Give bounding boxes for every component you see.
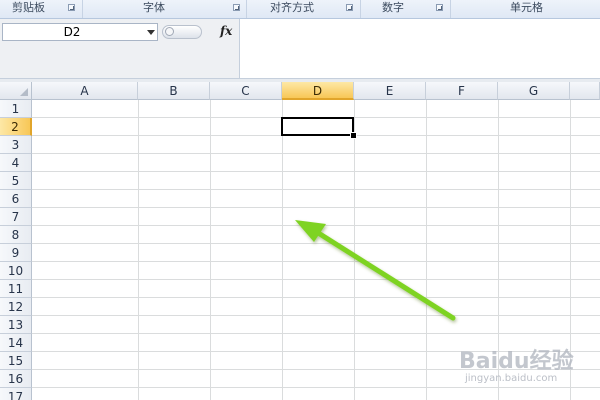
column-header-g[interactable]: G — [498, 82, 570, 100]
gridline-horizontal — [32, 207, 600, 208]
gridline-vertical — [138, 100, 139, 400]
resize-knob-icon — [165, 27, 174, 36]
watermark-logo-text: Baidu经验 — [459, 349, 574, 374]
baidu-watermark: Baidu经验 jingyan.baidu.com — [455, 343, 600, 400]
column-header-d[interactable]: D — [282, 82, 354, 100]
ribbon-group-label: 对齐方式 — [270, 1, 314, 14]
row-header-10[interactable]: 10 — [0, 262, 32, 280]
name-box[interactable]: D2 — [2, 23, 158, 41]
column-header-f[interactable]: F — [426, 82, 498, 100]
formula-bar: D2 fx — [0, 19, 600, 79]
row-header-5[interactable]: 5 — [0, 172, 32, 190]
row-header-1[interactable]: 1 — [0, 100, 32, 118]
watermark-url: jingyan.baidu.com — [465, 373, 558, 384]
gridline-horizontal — [32, 171, 600, 172]
column-header-b[interactable]: B — [138, 82, 210, 100]
gridline-horizontal — [32, 153, 600, 154]
chevron-down-icon[interactable] — [147, 30, 155, 35]
gridline-horizontal — [32, 279, 600, 280]
row-header-13[interactable]: 13 — [0, 316, 32, 334]
row-header-4[interactable]: 4 — [0, 154, 32, 172]
gridline-horizontal — [32, 333, 600, 334]
gridline-vertical — [426, 100, 427, 400]
gridline-horizontal — [32, 243, 600, 244]
dialog-launcher-icon[interactable] — [436, 4, 443, 11]
gridline-vertical — [354, 100, 355, 400]
row-header-9[interactable]: 9 — [0, 244, 32, 262]
row-header-17[interactable]: 17 — [0, 388, 32, 400]
ribbon-group-label: 字体 — [143, 1, 165, 14]
gridline-horizontal — [32, 189, 600, 190]
name-box-resize-handle[interactable] — [162, 23, 208, 41]
row-header-8[interactable]: 8 — [0, 226, 32, 244]
ribbon-group-label: 单元格 — [510, 1, 543, 14]
gridline-vertical — [210, 100, 211, 400]
ribbon-group-alignment: 对齐方式 — [246, 0, 361, 18]
row-header-11[interactable]: 11 — [0, 280, 32, 298]
insert-function-icon[interactable]: fx — [220, 24, 232, 38]
fill-handle[interactable] — [350, 132, 357, 139]
gridline-vertical — [282, 100, 283, 400]
gridline-horizontal — [32, 297, 600, 298]
gridline-horizontal — [32, 261, 600, 262]
column-header-partial[interactable] — [570, 82, 600, 100]
row-header-3[interactable]: 3 — [0, 136, 32, 154]
row-header-12[interactable]: 12 — [0, 298, 32, 316]
ribbon-group-label: 数字 — [382, 1, 404, 14]
column-header-c[interactable]: C — [210, 82, 282, 100]
ribbon-group-label: 剪贴板 — [12, 1, 45, 14]
row-header-7[interactable]: 7 — [0, 208, 32, 226]
dialog-launcher-icon[interactable] — [346, 4, 353, 11]
dialog-launcher-icon[interactable] — [233, 4, 240, 11]
gridline-horizontal — [32, 225, 600, 226]
row-header-2[interactable]: 2 — [0, 118, 32, 136]
gridline-horizontal — [32, 315, 600, 316]
row-header-14[interactable]: 14 — [0, 334, 32, 352]
row-header-16[interactable]: 16 — [0, 370, 32, 388]
formula-input[interactable] — [240, 19, 600, 78]
row-header-6[interactable]: 6 — [0, 190, 32, 208]
ribbon-group-font: 字体 — [82, 0, 247, 18]
active-cell-d2[interactable] — [281, 117, 354, 136]
dialog-launcher-icon[interactable] — [68, 4, 75, 11]
select-all-button[interactable] — [0, 82, 32, 100]
ribbon-group-clipboard: 剪贴板 — [0, 0, 83, 18]
row-header-15[interactable]: 15 — [0, 352, 32, 370]
ribbon-group-cells: 单元格 — [450, 0, 600, 18]
column-header-a[interactable]: A — [32, 82, 138, 100]
ribbon-group-number: 数字 — [360, 0, 451, 18]
name-box-panel: D2 fx — [0, 19, 240, 78]
column-header-e[interactable]: E — [354, 82, 426, 100]
ribbon-group-bar: 剪贴板 字体 对齐方式 数字 单元格 — [0, 0, 600, 19]
name-box-value: D2 — [63, 25, 81, 39]
